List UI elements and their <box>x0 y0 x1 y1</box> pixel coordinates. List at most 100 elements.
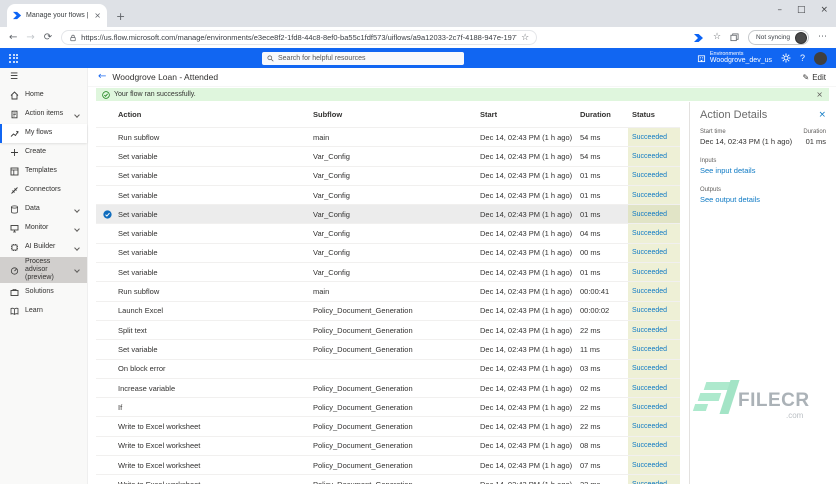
favorite-star-icon[interactable]: ☆ <box>521 33 529 43</box>
details-close-icon[interactable]: × <box>818 110 826 120</box>
user-avatar[interactable] <box>814 51 827 65</box>
outputs-label: Outputs <box>700 187 722 193</box>
row-start: Dec 14, 02:43 PM (1 h ago) <box>480 229 573 239</box>
row-status[interactable]: Succeeded <box>628 282 680 301</box>
table-row[interactable]: Set variable Var_Config Dec 14, 02:43 PM… <box>96 184 680 205</box>
row-status[interactable]: Succeeded <box>628 436 680 456</box>
browser-menu-icon[interactable]: ⋯ <box>818 33 827 42</box>
row-status[interactable]: Succeeded <box>628 243 680 263</box>
row-status[interactable]: Succeeded <box>628 398 680 417</box>
table-row[interactable]: Set variable Var_Config Dec 14, 02:43 PM… <box>96 165 680 185</box>
row-action: Set variable <box>118 248 158 258</box>
row-status[interactable]: Succeeded <box>628 340 680 359</box>
sidebar-item-solutions[interactable]: Solutions <box>0 283 87 302</box>
sidebar-item-home[interactable]: Home <box>0 86 87 105</box>
window-minimize-button[interactable]: – <box>777 5 782 15</box>
table-row[interactable]: Launch Excel Policy_Document_Generation … <box>96 300 680 320</box>
row-status[interactable]: Succeeded <box>628 456 680 475</box>
browser-addressbar: ← → ⟳ https://us.flow.microsoft.com/mana… <box>0 27 836 48</box>
row-action: Set variable <box>118 267 158 277</box>
sidebar-item-ai-builder[interactable]: AI Builder <box>0 238 87 257</box>
see-input-details-link[interactable]: See input details <box>700 166 826 175</box>
url-field[interactable]: https://us.flow.microsoft.com/manage/env… <box>61 30 538 45</box>
table-row[interactable]: Write to Excel worksheet Policy_Document… <box>96 435 680 456</box>
lock-icon <box>70 34 76 41</box>
row-duration: 01 ms <box>580 267 601 277</box>
row-status[interactable]: Succeeded <box>628 475 680 484</box>
see-output-details-link[interactable]: See output details <box>700 195 826 204</box>
sync-status-label: Not syncing <box>756 34 790 41</box>
table-row[interactable]: Increase variable Policy_Document_Genera… <box>96 377 680 398</box>
row-status[interactable]: Succeeded <box>628 166 680 185</box>
table-row[interactable]: If Policy_Document_Generation Dec 14, 02… <box>96 397 680 417</box>
row-duration: 07 ms <box>580 460 601 470</box>
table-row[interactable]: Run subflow main Dec 14, 02:43 PM (1 h a… <box>96 127 680 147</box>
chevron-down-icon <box>74 206 80 213</box>
refresh-button[interactable]: ⟳ <box>44 32 52 43</box>
help-icon[interactable]: ? <box>800 53 805 63</box>
back-arrow-icon[interactable]: ← <box>98 72 106 82</box>
row-status[interactable]: Succeeded <box>628 147 680 166</box>
row-status[interactable]: Succeeded <box>628 263 680 282</box>
collections-icon[interactable] <box>730 33 739 42</box>
run-table-body: Run subflow main Dec 14, 02:43 PM (1 h a… <box>96 127 680 484</box>
table-row[interactable]: Set variable Var_Config Dec 14, 02:43 PM… <box>96 242 680 263</box>
row-status[interactable]: Succeeded <box>628 359 680 378</box>
browser-tab[interactable]: Manage your flows | Microsoft P × <box>7 4 107 27</box>
table-row[interactable]: On block error Dec 14, 02:43 PM (1 h ago… <box>96 358 680 378</box>
sidebar-item-process-advisor[interactable]: Process advisor (preview) <box>0 257 87 283</box>
power-automate-favicon <box>13 11 22 20</box>
environment-picker[interactable]: Environments Woodgrove_dev_us <box>697 51 772 65</box>
window-close-button[interactable]: × <box>820 5 828 15</box>
sidebar-item-data[interactable]: Data <box>0 200 87 219</box>
row-duration: 03 ms <box>580 364 601 374</box>
sidebar-item-learn[interactable]: Learn <box>0 302 87 321</box>
sidebar-item-connectors[interactable]: Connectors <box>0 181 87 200</box>
action-items-icon <box>11 110 18 119</box>
row-status[interactable]: Succeeded <box>628 128 680 147</box>
row-start: Dec 14, 02:43 PM (1 h ago) <box>480 267 573 277</box>
tab-close-icon[interactable]: × <box>94 11 101 20</box>
help-search-box[interactable]: Search for helpful resources <box>262 51 464 65</box>
table-row[interactable]: Write to Excel worksheet Policy_Document… <box>96 474 680 484</box>
power-automate-extension-icon[interactable] <box>693 33 704 43</box>
row-subflow: Policy_Document_Generation <box>313 325 413 335</box>
environments-label: Environments <box>709 50 744 57</box>
table-row[interactable]: Split text Policy_Document_Generation De… <box>96 319 680 340</box>
environment-name: Woodgrove_dev_us <box>709 57 772 65</box>
chevron-down-icon <box>74 225 80 232</box>
row-status[interactable]: Succeeded <box>628 417 680 436</box>
settings-gear-icon[interactable] <box>781 53 791 63</box>
hamburger-menu-icon[interactable]: ☰ <box>0 68 87 86</box>
row-status[interactable]: Succeeded <box>628 301 680 320</box>
row-status[interactable]: Succeeded <box>628 320 680 340</box>
banner-close-icon[interactable]: × <box>816 90 823 99</box>
favorites-bar-icon[interactable]: ☆ <box>713 33 721 42</box>
window-maximize-button[interactable]: □ <box>797 5 806 15</box>
sidebar-item-create[interactable]: Create <box>0 143 87 162</box>
sidebar-item-templates[interactable]: Templates <box>0 162 87 181</box>
edit-button[interactable]: ✎ Edit <box>803 73 827 82</box>
row-status[interactable]: Succeeded <box>628 185 680 205</box>
success-check-icon <box>102 90 110 99</box>
new-tab-button[interactable]: + <box>116 11 125 22</box>
table-row[interactable]: Write to Excel worksheet Policy_Document… <box>96 455 680 475</box>
table-row[interactable]: Run subflow main Dec 14, 02:43 PM (1 h a… <box>96 281 680 301</box>
row-status[interactable]: Succeeded <box>628 205 680 224</box>
sidebar-item-action-items[interactable]: Action items <box>0 105 87 124</box>
app-launcher-icon[interactable] <box>9 53 18 63</box>
table-row[interactable]: Write to Excel worksheet Policy_Document… <box>96 416 680 436</box>
sidebar-item-my-flows[interactable]: My flows <box>0 124 87 143</box>
table-row[interactable]: Set variable Policy_Document_Generation … <box>96 339 680 359</box>
row-start: Dec 14, 02:43 PM (1 h ago) <box>480 287 573 297</box>
forward-button[interactable]: → <box>26 32 34 43</box>
row-status[interactable]: Succeeded <box>628 224 680 243</box>
back-button[interactable]: ← <box>9 32 17 43</box>
profile-sync-button[interactable]: Not syncing <box>748 30 809 45</box>
row-status[interactable]: Succeeded <box>628 378 680 398</box>
sidebar-item-monitor[interactable]: Monitor <box>0 219 87 238</box>
table-row[interactable]: Set variable Var_Config Dec 14, 02:43 PM… <box>96 223 680 243</box>
table-row[interactable]: Set variable Var_Config Dec 14, 02:43 PM… <box>96 262 680 282</box>
table-row[interactable]: Set variable Var_Config Dec 14, 02:43 PM… <box>96 146 680 166</box>
table-row[interactable]: Set variable Var_Config Dec 14, 02:43 PM… <box>96 204 680 224</box>
